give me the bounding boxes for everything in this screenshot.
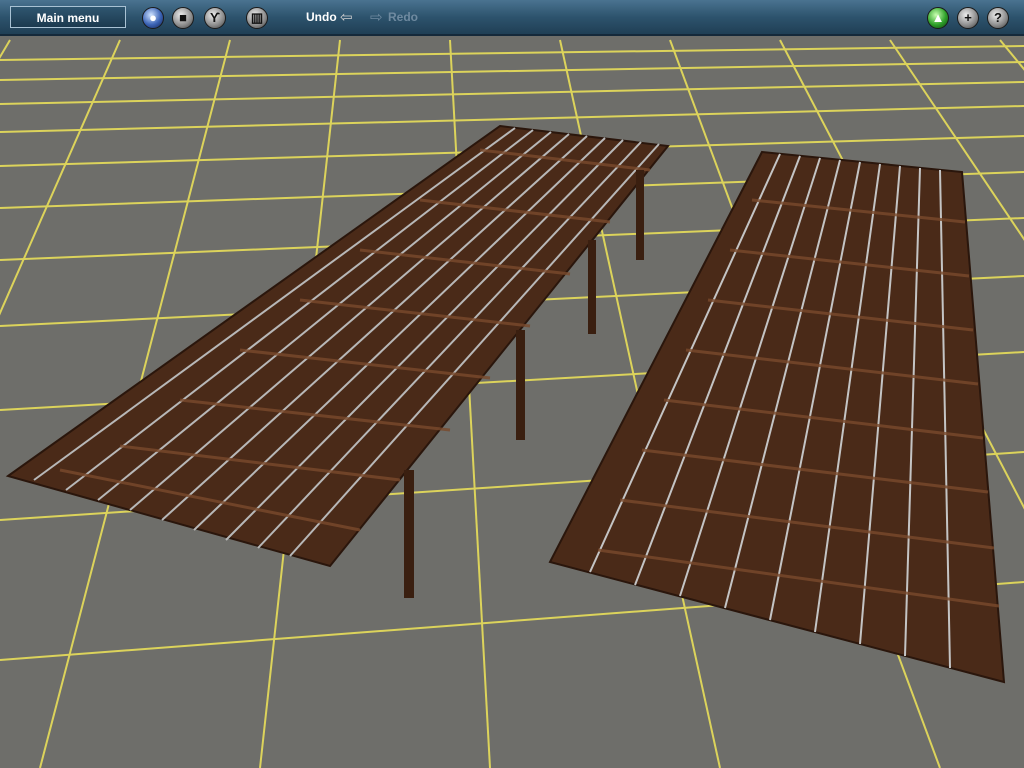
top-toolbar: Main menu ● ■ ϒ ▥ Undo ⇦ ⇨ Redo ▲ + ?: [0, 0, 1024, 36]
globe-button[interactable]: ●: [142, 7, 164, 29]
undo-arrow-icon[interactable]: ⇦: [340, 8, 353, 26]
redo-button[interactable]: Redo: [388, 10, 418, 24]
help-icon: ?: [994, 10, 1002, 25]
tools-button[interactable]: ϒ: [204, 7, 226, 29]
3d-viewport[interactable]: [0, 36, 1024, 768]
add-icon: +: [964, 10, 972, 25]
stop-button[interactable]: ■: [172, 7, 194, 29]
globe-icon: ●: [149, 10, 157, 25]
help-button[interactable]: ?: [987, 7, 1009, 29]
redo-arrow-icon[interactable]: ⇨: [370, 8, 383, 26]
add-button[interactable]: +: [957, 7, 979, 29]
status-button[interactable]: ▲: [927, 7, 949, 29]
delete-button[interactable]: ▥: [246, 7, 268, 29]
bin-icon: ▥: [250, 10, 264, 25]
stop-icon: ■: [179, 10, 187, 25]
undo-button[interactable]: Undo: [306, 10, 337, 24]
status-light-icon: ▲: [931, 10, 945, 25]
main-menu-button[interactable]: Main menu: [10, 6, 126, 28]
tools-icon: ϒ: [209, 10, 220, 25]
